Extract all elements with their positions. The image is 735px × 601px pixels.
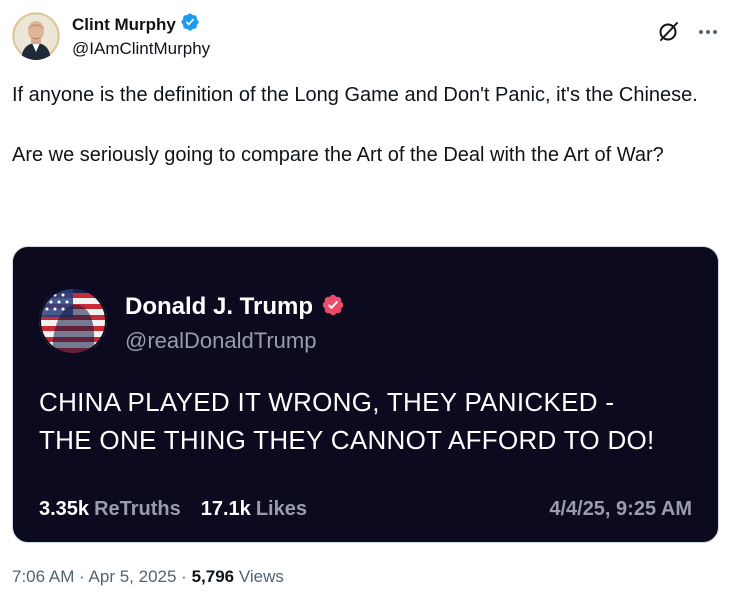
card-verified-badge-icon — [321, 293, 345, 322]
post-paragraph-2: Are we seriously going to compare the Ar… — [12, 144, 664, 166]
post-text: If anyone is the definition of the Long … — [12, 80, 712, 170]
meta-separator-2: · — [176, 567, 192, 586]
meta-separator-1: · — [74, 567, 89, 586]
card-stats: 3.35k ReTruths 17.1k Likes — [39, 496, 307, 522]
card-name-row: Donald J. Trump — [125, 292, 345, 322]
flag-portrait-icon — [39, 287, 107, 355]
card-text: CHINA PLAYED IT WRONG, THEY PANICKED - T… — [39, 383, 699, 459]
author-display-name[interactable]: Clint Murphy — [72, 14, 176, 36]
author-handle[interactable]: @IAmClintMurphy — [72, 38, 210, 60]
card-timestamp: 4/4/25, 9:25 AM — [549, 498, 692, 520]
likes-stat: 17.1k Likes — [201, 496, 307, 522]
flag-portrait-avatar — [39, 287, 107, 355]
card-text-line-1: CHINA PLAYED IT WRONG, THEY PANICKED - — [39, 387, 615, 417]
retruths-label: ReTruths — [94, 498, 181, 520]
likes-label: Likes — [255, 498, 307, 520]
post-paragraph-1: If anyone is the definition of the Long … — [12, 84, 698, 106]
person-avatar-icon — [12, 12, 60, 60]
card-display-name: Donald J. Trump — [125, 293, 314, 320]
post-time[interactable]: 7:06 AM — [12, 567, 74, 586]
post-date[interactable]: Apr 5, 2025 — [89, 567, 177, 586]
likes-value: 17.1k — [200, 498, 251, 520]
card-handle: @realDonaldTrump — [125, 328, 317, 353]
author-name-row: Clint Murphy — [72, 12, 200, 37]
verified-badge-icon — [180, 12, 200, 37]
embedded-post-image[interactable]: Donald J. Trump @realDonaldTrump CHINA P… — [12, 246, 719, 543]
grok-icon[interactable] — [656, 19, 682, 45]
views-label: Views — [234, 567, 284, 586]
card-text-line-2: THE ONE THING THEY CANNOT AFFORD TO DO! — [39, 425, 655, 455]
post-meta: 7:06 AM · Apr 5, 2025 · 5,796 Views — [12, 565, 284, 589]
retruths-value: 3.35k — [39, 498, 90, 520]
more-options-icon[interactable] — [695, 19, 721, 45]
views-count: 5,796 — [191, 567, 235, 586]
retruths-stat: 3.35k ReTruths — [39, 496, 181, 522]
post: Clint Murphy @IAmClintMurphy If anyone i… — [0, 0, 735, 601]
author-avatar[interactable] — [12, 12, 60, 60]
